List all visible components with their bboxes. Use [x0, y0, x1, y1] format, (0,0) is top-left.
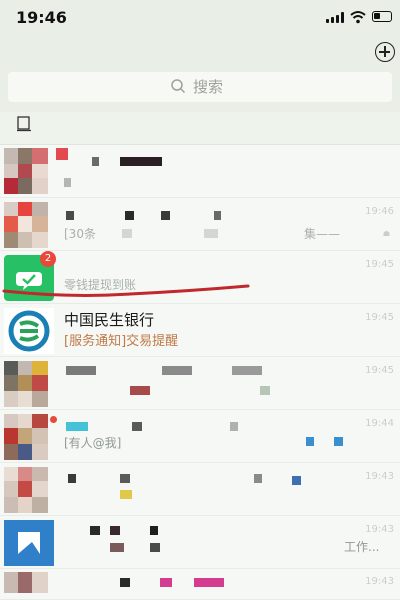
avatar [4, 520, 54, 566]
chat-preview: [服务通知]交易提醒 [64, 330, 178, 349]
redaction-block [132, 422, 142, 431]
redaction-block [214, 211, 221, 220]
chat-time: 19:44 [365, 418, 394, 429]
redaction-block [122, 229, 132, 238]
avatar [4, 361, 54, 407]
redaction-block [130, 386, 150, 395]
redaction-block [230, 422, 238, 431]
nav-bar [0, 34, 400, 70]
redaction-block [161, 211, 170, 220]
redaction-block [66, 211, 74, 220]
redaction-block [254, 474, 262, 483]
redaction-block [92, 157, 99, 166]
chat-preview-tail: 集—— [304, 227, 341, 241]
service-notice-tag: [服务通知] [64, 334, 127, 349]
chat-time: 19:43 [365, 471, 394, 482]
wifi-icon [350, 11, 366, 24]
chat-time: 19:45 [365, 259, 394, 270]
status-time: 19:46 [16, 8, 67, 27]
redaction-block [306, 437, 314, 446]
redaction-block [125, 211, 134, 220]
redaction-block [120, 474, 130, 483]
redaction-block [64, 178, 71, 187]
unread-badge: 2 [40, 251, 56, 267]
redaction-block [66, 422, 88, 431]
redaction-block [110, 543, 124, 552]
chat-preview-tail: 工作... [344, 540, 380, 554]
redaction-block [68, 474, 76, 483]
chat-time: 19:43 [365, 524, 394, 535]
redaction-block [162, 366, 192, 375]
chat-time: 19:45 [365, 365, 394, 376]
avatar [4, 572, 54, 593]
chat-time: 19:43 [365, 576, 394, 587]
redaction-block [120, 157, 162, 166]
chat-time: 19:46 [365, 206, 394, 217]
bank-logo-icon [4, 308, 54, 354]
redaction-block [160, 578, 172, 587]
signal-icon [326, 12, 344, 23]
redaction-block [260, 386, 270, 395]
ink-underline [2, 284, 250, 297]
chat-row-bank[interactable] [0, 304, 400, 357]
avatar [4, 414, 54, 460]
redaction-block [232, 366, 262, 375]
avatar [4, 202, 54, 248]
redaction-block [110, 526, 120, 535]
chat-preview: [有人@我] [64, 436, 122, 450]
redaction-block [150, 526, 158, 535]
search-icon [171, 79, 186, 94]
redaction-block [292, 476, 301, 485]
search-label: 搜索 [193, 78, 224, 96]
redaction-block [120, 490, 132, 499]
device-row[interactable] [0, 112, 400, 145]
add-button[interactable] [375, 42, 395, 62]
redaction-block [66, 366, 96, 375]
chat-preview-text: 交易提醒 [126, 334, 179, 349]
chat-row[interactable] [0, 516, 400, 569]
mute-icon [383, 231, 390, 236]
unread-dot [50, 416, 57, 423]
redaction-block [90, 526, 100, 535]
battery-icon [372, 11, 392, 22]
desktop-device-icon [17, 116, 31, 132]
redaction-block [334, 437, 343, 446]
chat-title: 中国民生银行 [64, 311, 155, 329]
redaction-block [204, 229, 218, 238]
redaction-block [194, 578, 224, 587]
chat-preview: [30条 [64, 227, 96, 241]
avatar [4, 467, 54, 513]
redaction-block [150, 543, 160, 552]
chat-row[interactable] [0, 463, 400, 516]
redaction-block [56, 148, 68, 160]
chat-time: 19:45 [365, 312, 394, 323]
avatar [4, 148, 54, 194]
redaction-block [120, 578, 130, 587]
chat-row[interactable] [0, 357, 400, 410]
